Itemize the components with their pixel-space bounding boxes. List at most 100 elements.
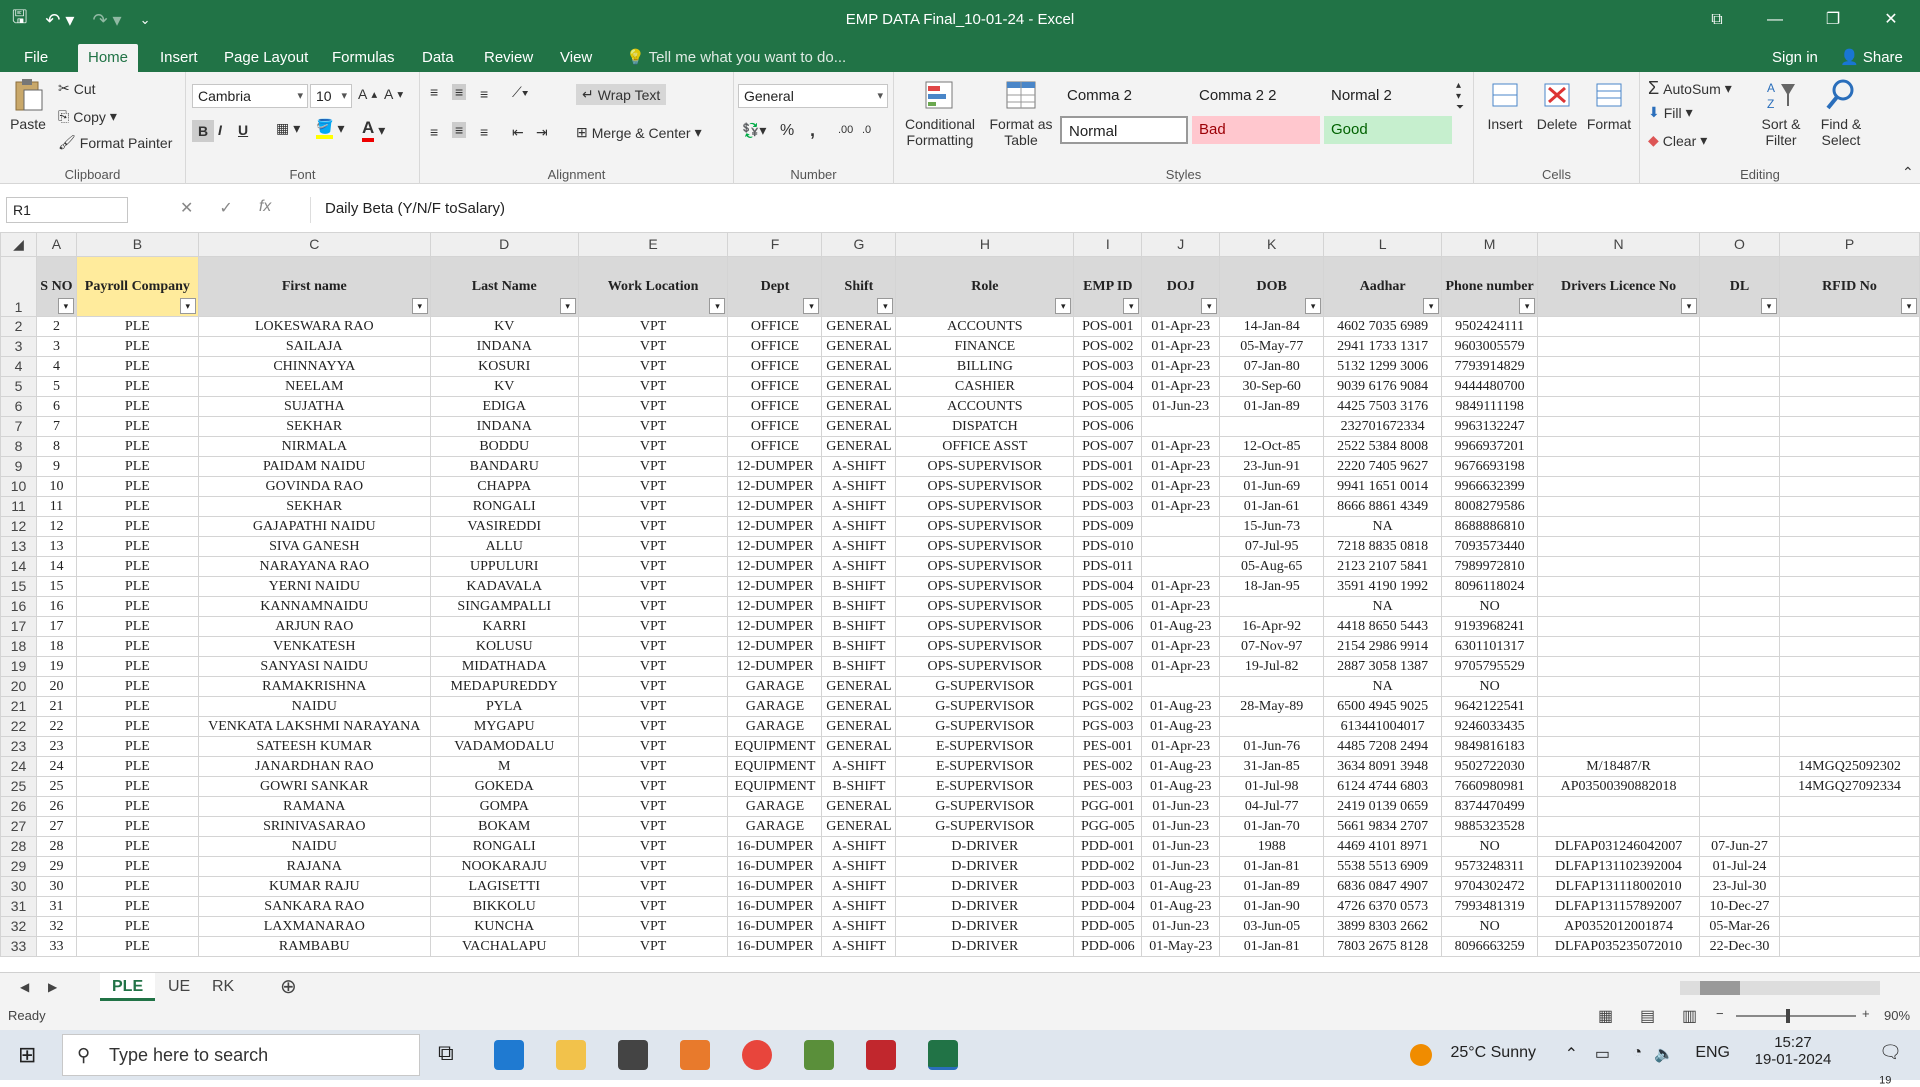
column-header[interactable]: P xyxy=(1778,232,1920,257)
table-cell[interactable]: LAGISETTI xyxy=(429,876,579,897)
row-header[interactable]: 18 xyxy=(0,636,37,657)
filter-dropdown-icon[interactable]: ▾ xyxy=(1760,298,1777,314)
table-cell[interactable]: 16-Apr-92 xyxy=(1219,616,1325,637)
table-cell[interactable]: 19-Jul-82 xyxy=(1219,656,1325,677)
table-cell[interactable]: 5538 5513 6909 xyxy=(1323,856,1443,877)
row-header[interactable]: 24 xyxy=(0,756,37,777)
table-cell[interactable]: 01-Aug-23 xyxy=(1141,876,1221,897)
table-cell[interactable]: A-SHIFT xyxy=(821,936,897,957)
table-cell[interactable]: PLE xyxy=(75,596,199,617)
table-cell[interactable]: 8688886810 xyxy=(1441,516,1539,537)
table-cell[interactable]: PDS-007 xyxy=(1073,636,1143,657)
table-cell[interactable]: 8374470499 xyxy=(1441,796,1539,817)
language-indicator[interactable]: ENG xyxy=(1695,1044,1730,1062)
row-header[interactable]: 31 xyxy=(0,896,37,917)
table-cell[interactable]: OFFICE xyxy=(727,396,823,417)
align-middle-icon[interactable]: ≡ xyxy=(452,84,467,100)
table-cell[interactable]: EDIGA xyxy=(429,396,579,417)
table-cell[interactable] xyxy=(1778,536,1920,557)
header-cell[interactable]: DOJ ▾ xyxy=(1141,256,1221,317)
header-cell[interactable]: Role ▾ xyxy=(895,256,1075,317)
table-cell[interactable] xyxy=(1699,516,1780,537)
table-cell[interactable] xyxy=(1699,576,1780,597)
table-cell[interactable]: OFFICE xyxy=(727,436,823,457)
table-cell[interactable]: MEDAPUREDDY xyxy=(429,676,579,697)
column-header[interactable]: M xyxy=(1441,232,1539,257)
filter-dropdown-icon[interactable]: ▾ xyxy=(1123,298,1140,314)
table-cell[interactable]: KUMAR RAJU xyxy=(197,876,431,897)
table-cell[interactable]: 7093573440 xyxy=(1441,536,1539,557)
table-cell[interactable]: OPS-SUPERVISOR xyxy=(895,476,1075,497)
table-cell[interactable]: B-SHIFT xyxy=(821,636,897,657)
select-all-corner[interactable]: ◢ xyxy=(0,232,37,257)
table-cell[interactable] xyxy=(1537,616,1701,637)
row-header[interactable]: 30 xyxy=(0,876,37,897)
table-cell[interactable]: EQUIPMENT xyxy=(727,756,823,777)
table-cell[interactable]: CHINNAYYA xyxy=(197,356,431,377)
row-header[interactable]: 19 xyxy=(0,656,37,677)
table-cell[interactable]: NIRMALA xyxy=(197,436,431,457)
table-cell[interactable]: PLE xyxy=(75,336,199,357)
table-cell[interactable]: GARAGE xyxy=(727,816,823,837)
table-cell[interactable]: A-SHIFT xyxy=(821,836,897,857)
italic-button[interactable]: I xyxy=(218,122,222,138)
table-cell[interactable] xyxy=(1778,636,1920,657)
table-cell[interactable]: OPS-SUPERVISOR xyxy=(895,516,1075,537)
table-cell[interactable]: SRINIVASARAO xyxy=(197,816,431,837)
table-cell[interactable]: PLE xyxy=(75,776,199,797)
sign-in-link[interactable]: Sign in xyxy=(1762,44,1828,72)
row-header[interactable]: 33 xyxy=(0,936,37,957)
table-cell[interactable]: VENKATESH xyxy=(197,636,431,657)
table-cell[interactable]: 12-DUMPER xyxy=(727,596,823,617)
sort-filter-button[interactable]: A Z Sort & Filter xyxy=(1754,78,1808,148)
table-cell[interactable]: 01-Jan-90 xyxy=(1219,896,1325,917)
row-header[interactable]: 5 xyxy=(0,376,37,397)
delete-cells-button[interactable]: Delete xyxy=(1532,78,1582,132)
table-cell[interactable]: NEELAM xyxy=(197,376,431,397)
table-cell[interactable]: OPS-SUPERVISOR xyxy=(895,456,1075,477)
table-cell[interactable]: LOKESWARA RAO xyxy=(197,316,431,337)
table-cell[interactable]: E-SUPERVISOR xyxy=(895,776,1075,797)
table-cell[interactable] xyxy=(1778,656,1920,677)
table-cell[interactable]: PDS-010 xyxy=(1073,536,1143,557)
row-header[interactable]: 3 xyxy=(0,336,37,357)
table-cell[interactable]: 5661 9834 2707 xyxy=(1323,816,1443,837)
table-cell[interactable] xyxy=(1699,396,1780,417)
table-cell[interactable]: RAMBABU xyxy=(197,936,431,957)
table-cell[interactable]: 19 xyxy=(35,656,77,677)
table-cell[interactable]: GENERAL xyxy=(821,736,897,757)
table-cell[interactable] xyxy=(1699,416,1780,437)
table-cell[interactable]: 01-Jun-23 xyxy=(1141,396,1221,417)
table-cell[interactable]: VPT xyxy=(577,656,729,677)
table-cell[interactable]: ALLU xyxy=(429,536,579,557)
table-cell[interactable]: 9 xyxy=(35,456,77,477)
align-bottom-icon[interactable]: ≡ xyxy=(480,86,488,102)
table-cell[interactable]: 01-Jan-89 xyxy=(1219,396,1325,417)
table-cell[interactable]: GENERAL xyxy=(821,336,897,357)
format-cells-button[interactable]: Format xyxy=(1584,78,1634,132)
table-cell[interactable] xyxy=(1699,536,1780,557)
table-cell[interactable] xyxy=(1699,616,1780,637)
row-header[interactable]: 21 xyxy=(0,696,37,717)
row-header[interactable]: 29 xyxy=(0,856,37,877)
header-cell[interactable]: S NO ▾ xyxy=(35,256,77,317)
table-cell[interactable]: PLE xyxy=(75,756,199,777)
table-cell[interactable]: E-SUPERVISOR xyxy=(895,756,1075,777)
row-header[interactable]: 22 xyxy=(0,716,37,737)
table-cell[interactable]: 21 xyxy=(35,696,77,717)
table-cell[interactable]: 16-DUMPER xyxy=(727,856,823,877)
table-cell[interactable]: POS-004 xyxy=(1073,376,1143,397)
table-cell[interactable]: 12-DUMPER xyxy=(727,456,823,477)
filter-dropdown-icon[interactable]: ▾ xyxy=(1305,298,1322,314)
table-cell[interactable] xyxy=(1141,676,1221,697)
table-cell[interactable]: D-DRIVER xyxy=(895,856,1075,877)
taskbar-search[interactable]: ⚲ Type here to search xyxy=(62,1034,420,1076)
table-cell[interactable] xyxy=(1537,636,1701,657)
table-cell[interactable]: 01-Apr-23 xyxy=(1141,456,1221,477)
table-cell[interactable] xyxy=(1699,796,1780,817)
table-cell[interactable]: 01-Jan-81 xyxy=(1219,936,1325,957)
column-header[interactable]: H xyxy=(895,232,1075,257)
table-cell[interactable]: G-SUPERVISOR xyxy=(895,796,1075,817)
table-cell[interactable]: 8 xyxy=(35,436,77,457)
table-cell[interactable]: 01-Apr-23 xyxy=(1141,736,1221,757)
